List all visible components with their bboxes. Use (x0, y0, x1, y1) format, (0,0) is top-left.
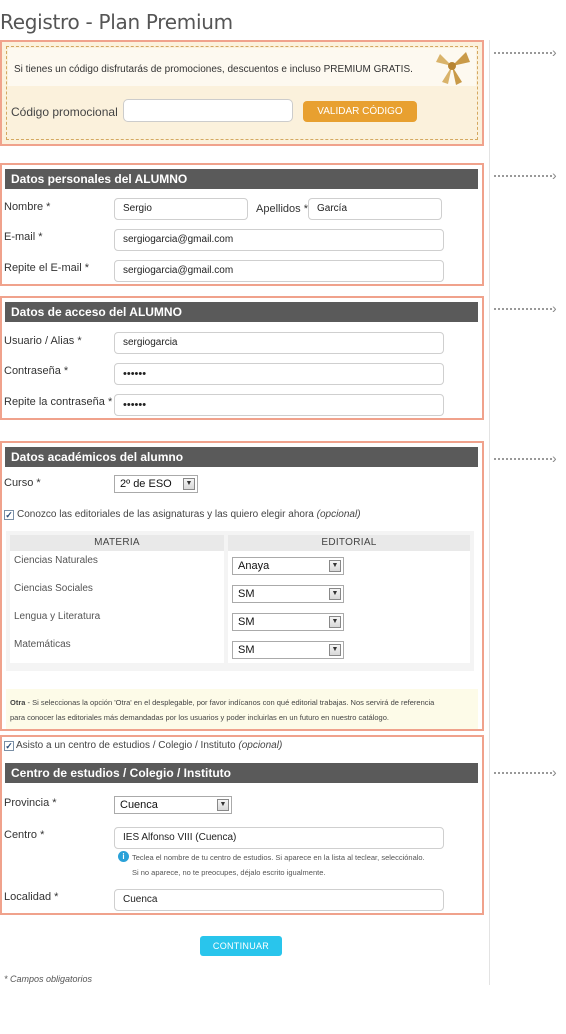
table-row: Lengua y Literatura SM ▼ (10, 607, 470, 635)
chevron-right-icon: › (552, 44, 557, 60)
school-checkbox-text: Asisto a un centro de estudios / Colegio… (16, 740, 236, 751)
nombre-input[interactable]: Sergio (114, 198, 248, 220)
password-label: Contraseña * (4, 365, 69, 377)
editorial-column-header: EDITORIAL (228, 535, 470, 551)
school-checkbox-label: Asisto a un centro de estudios / Colegio… (16, 740, 282, 751)
username-label: Usuario / Alias * (4, 335, 82, 347)
editorials-checkbox[interactable]: ✓ (4, 510, 14, 520)
editorial-value: SM (238, 644, 255, 656)
table-row: Ciencias Sociales SM ▼ (10, 579, 470, 607)
table-row: Ciencias Naturales Anaya ▼ (10, 551, 470, 579)
table-row: Matemáticas SM ▼ (10, 635, 470, 663)
school-optional: (opcional) (238, 740, 283, 751)
password-repeat-input[interactable]: •••••• (114, 394, 444, 416)
note-bold: Otra (10, 698, 26, 707)
materia-column-header: MATERIA (10, 535, 224, 551)
editorial-cell: SM ▼ (228, 579, 470, 607)
username-input[interactable]: sergiogarcia (114, 332, 444, 354)
editorials-optional: (opcional) (316, 509, 361, 520)
chevron-right-icon: › (552, 167, 557, 183)
promo-arrow: › (494, 44, 564, 60)
password-input[interactable]: •••••• (114, 363, 444, 385)
continue-button[interactable]: CONTINUAR (200, 936, 282, 956)
school-arrow: › (494, 764, 564, 780)
editorial-value: SM (238, 588, 255, 600)
editorials-checkbox-label: Conozco las editoriales de las asignatur… (17, 509, 361, 520)
email-repeat-label: Repite el E-mail * (4, 262, 89, 274)
provincia-value: Cuenca (120, 799, 158, 811)
editorial-note-line1: Otra - Si seleccionas la opción 'Otra' e… (10, 695, 474, 710)
school-section: ✓ Asisto a un centro de estudios / Coleg… (0, 735, 484, 915)
centro-label: Centro * (4, 829, 45, 841)
column-divider (489, 40, 490, 985)
email-repeat-input[interactable]: sergiogarcia@gmail.com (114, 260, 444, 282)
email-label: E-mail * (4, 231, 43, 243)
editorial-value: SM (238, 616, 255, 628)
gift-bow-icon (436, 52, 470, 85)
apellidos-input[interactable]: García (308, 198, 442, 220)
materia-name: Matemáticas (10, 635, 224, 663)
page-title: Registro - Plan Premium (0, 10, 233, 34)
promo-section: Si tienes un código disfrutarás de promo… (0, 40, 484, 146)
localidad-label: Localidad * (4, 891, 59, 903)
chevron-down-icon: ▼ (217, 799, 229, 811)
chevron-down-icon: ▼ (329, 560, 341, 572)
chevron-right-icon: › (552, 300, 557, 316)
curso-label: Curso * (4, 477, 41, 489)
centro-input[interactable]: IES Alfonso VIII (Cuenca) (114, 827, 444, 849)
editorial-cell: SM ▼ (228, 607, 470, 635)
editorial-select[interactable]: Anaya ▼ (232, 557, 344, 575)
email-input[interactable]: sergiogarcia@gmail.com (114, 229, 444, 251)
personal-section-title: Datos personales del ALUMNO (5, 169, 478, 189)
provincia-select[interactable]: Cuenca ▼ (114, 796, 232, 814)
centro-hint-line2: Si no aparece, no te preocupes, déjalo e… (132, 868, 326, 877)
promo-code-label: Código promocional (11, 105, 118, 119)
materia-name: Lengua y Literatura (10, 607, 224, 635)
editorial-select[interactable]: SM ▼ (232, 641, 344, 659)
editorial-cell: SM ▼ (228, 635, 470, 663)
note-text-1: - Si seleccionas la opción 'Otra' en el … (25, 698, 435, 707)
personal-section: Datos personales del ALUMNO Nombre * Ser… (0, 163, 484, 286)
editorial-cell: Anaya ▼ (228, 551, 470, 579)
academic-section: Datos académicos del alumno Curso * 2º d… (0, 441, 484, 731)
curso-select[interactable]: 2º de ESO ▼ (114, 475, 198, 493)
academic-section-title: Datos académicos del alumno (5, 447, 478, 467)
editorial-select[interactable]: SM ▼ (232, 613, 344, 631)
chevron-down-icon: ▼ (329, 588, 341, 600)
promo-banner: Si tienes un código disfrutarás de promo… (8, 48, 476, 86)
required-fields-note: * Campos obligatorios (4, 974, 93, 984)
editorial-select[interactable]: SM ▼ (232, 585, 344, 603)
centro-hint-line1: Teclea el nombre de tu centro de estudio… (132, 853, 425, 862)
editorial-note-line2: para conocer las editoriales más demanda… (10, 713, 389, 722)
school-section-title: Centro de estudios / Colegio / Instituto (5, 763, 478, 783)
chevron-right-icon: › (552, 764, 557, 780)
materia-name: Ciencias Naturales (10, 551, 224, 579)
chevron-down-icon: ▼ (183, 478, 195, 490)
access-section-title: Datos de acceso del ALUMNO (5, 302, 478, 322)
editorials-checkbox-text: Conozco las editoriales de las asignatur… (17, 509, 314, 520)
password-repeat-label: Repite la contraseña * (4, 396, 113, 408)
curso-value: 2º de ESO (120, 478, 172, 490)
chevron-right-icon: › (552, 450, 557, 466)
apellidos-label: Apellidos * (256, 203, 308, 215)
editorial-note: Otra - Si seleccionas la opción 'Otra' e… (6, 689, 478, 729)
validate-code-button[interactable]: VALIDAR CÓDIGO (303, 101, 417, 122)
materia-name: Ciencias Sociales (10, 579, 224, 607)
chevron-down-icon: ▼ (329, 616, 341, 628)
nombre-label: Nombre * (4, 201, 51, 213)
chevron-down-icon: ▼ (329, 644, 341, 656)
info-icon: i (118, 851, 129, 862)
localidad-input[interactable]: Cuenca (114, 889, 444, 911)
editorials-table: MATERIA EDITORIAL Ciencias Naturales Ana… (6, 531, 474, 671)
academic-arrow: › (494, 450, 564, 466)
editorial-value: Anaya (238, 560, 270, 572)
promo-box: Si tienes un código disfrutarás de promo… (6, 46, 478, 140)
promo-text: Si tienes un código disfrutarás de promo… (14, 64, 413, 75)
provincia-label: Provincia * (4, 797, 57, 809)
school-checkbox[interactable]: ✓ (4, 741, 14, 751)
access-section: Datos de acceso del ALUMNO Usuario / Ali… (0, 296, 484, 420)
access-arrow: › (494, 300, 564, 316)
promo-code-input[interactable] (123, 99, 293, 122)
personal-arrow: › (494, 167, 564, 183)
